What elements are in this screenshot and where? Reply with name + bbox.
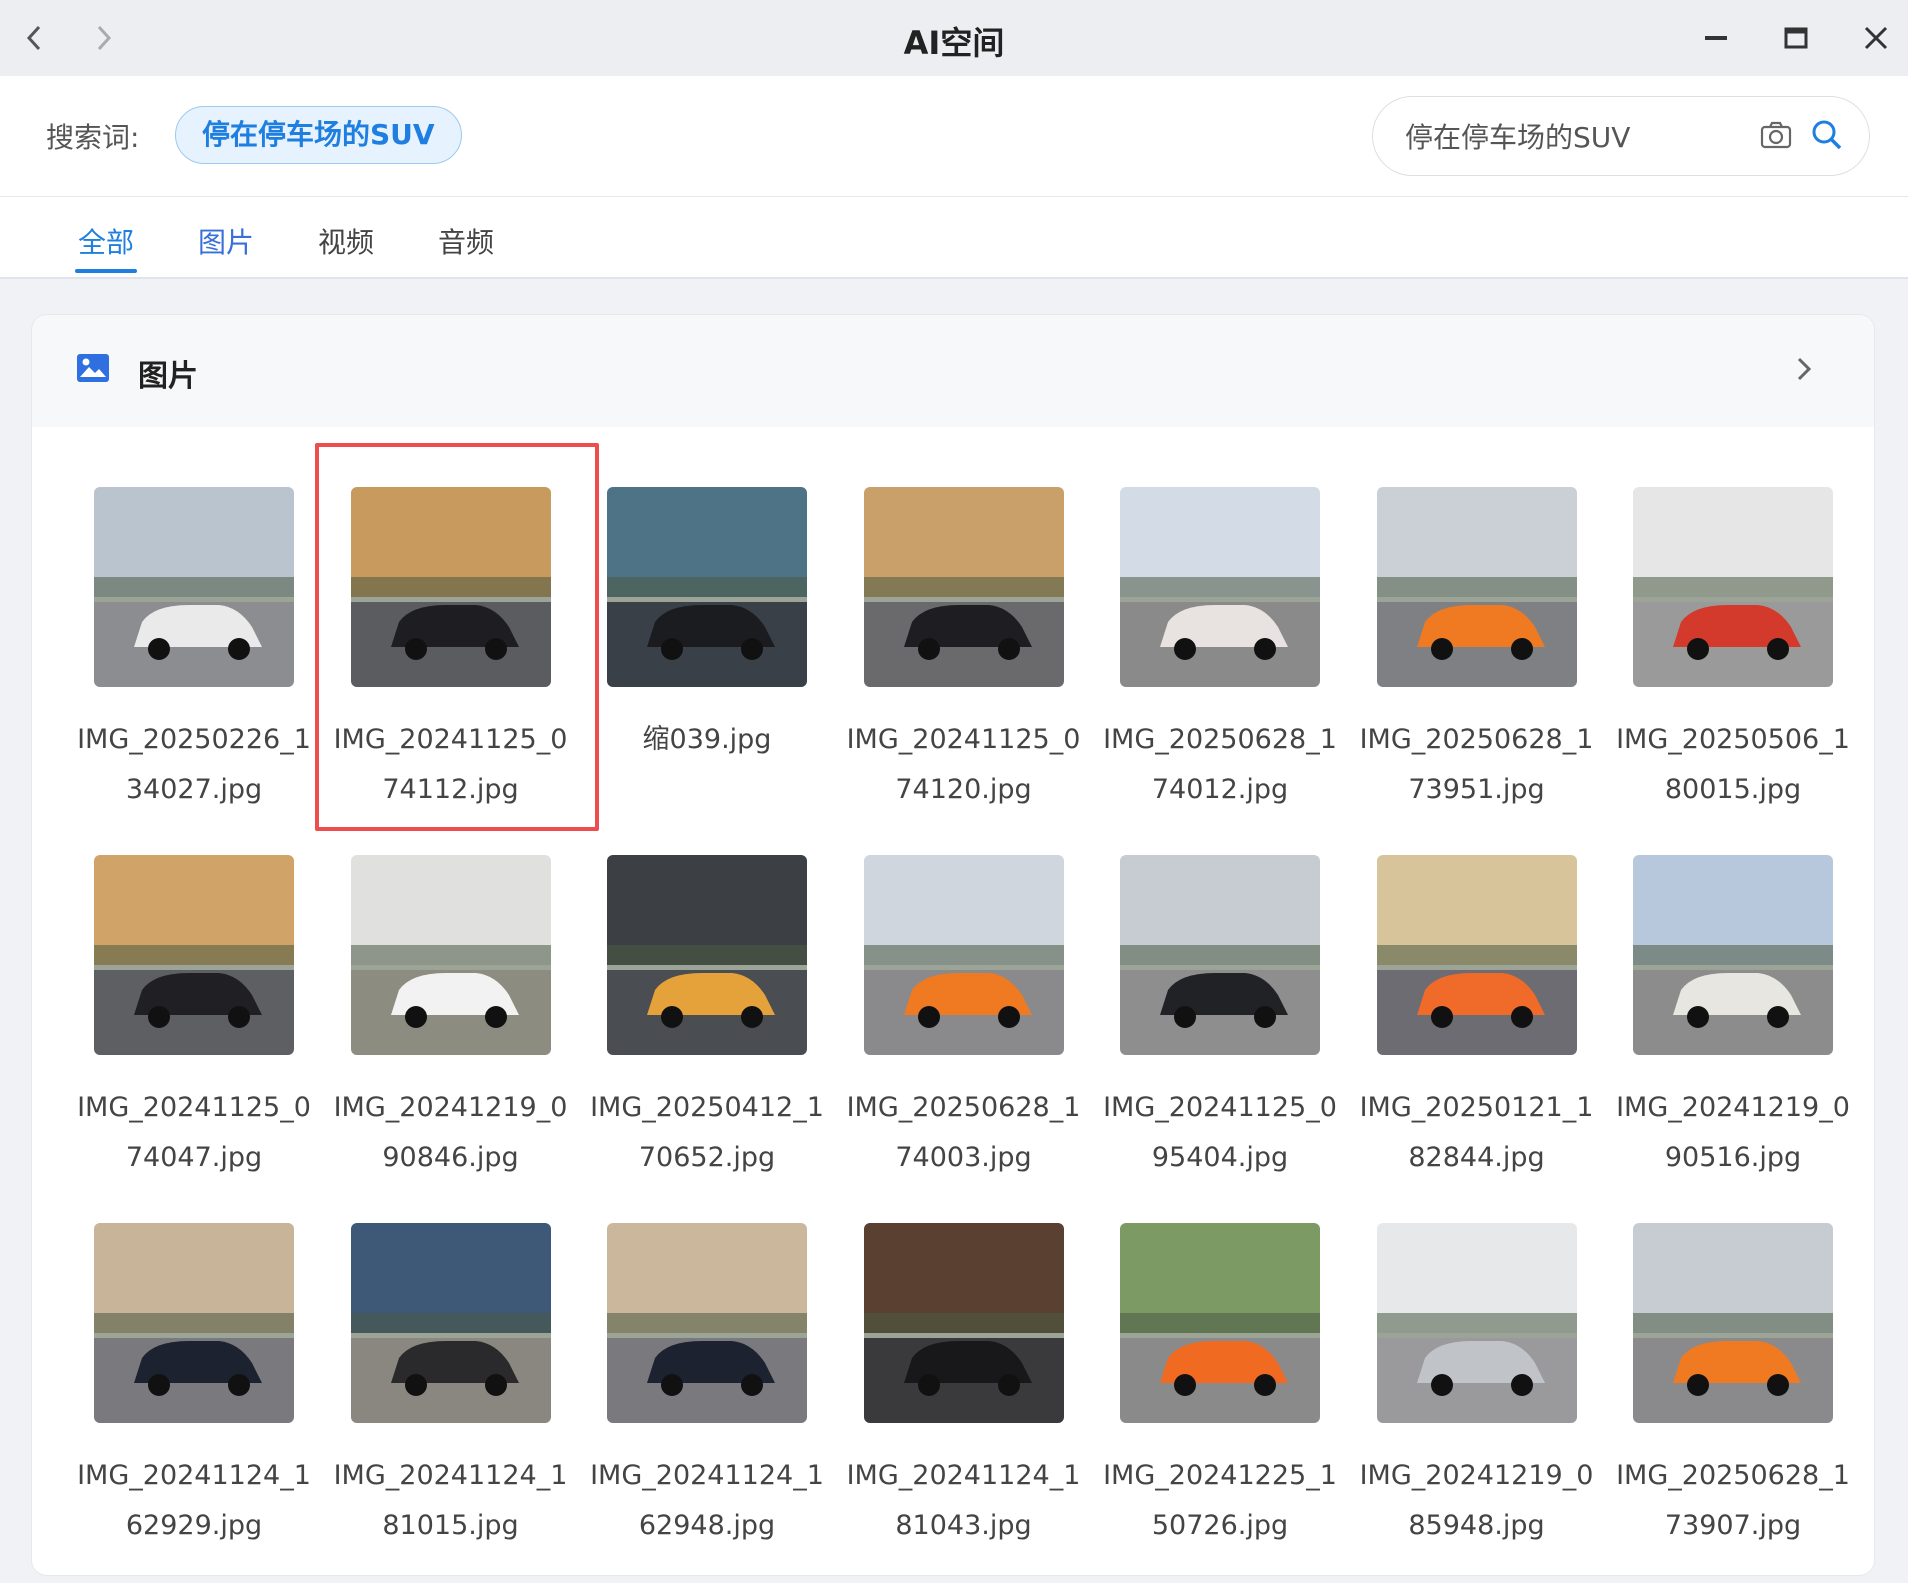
section-title: 图片 xyxy=(138,359,198,394)
image-filename: IMG_20241125_095404.jpg xyxy=(1103,1092,1337,1173)
image-filename: IMG_20241125_074047.jpg xyxy=(77,1092,311,1173)
image-filename: IMG_20250628_174003.jpg xyxy=(846,1092,1081,1173)
tab-audio[interactable]: 音频 xyxy=(438,221,494,261)
image-item[interactable]: IMG_20241219_090846.jpg xyxy=(331,855,571,1215)
image-item[interactable]: IMG_20241124_181043.jpg xyxy=(844,1223,1084,1583)
maximize-button[interactable] xyxy=(1774,16,1818,60)
search-term-chip[interactable]: 停在停车场的SUV xyxy=(175,106,462,164)
image-filename: IMG_20241124_181015.jpg xyxy=(333,1460,568,1541)
close-button[interactable] xyxy=(1854,16,1898,60)
image-filename: IMG_20241225_150726.jpg xyxy=(1103,1460,1337,1541)
camera-icon[interactable] xyxy=(1759,119,1793,151)
image-thumbnail[interactable] xyxy=(607,1223,807,1423)
image-filename: IMG_20241124_181043.jpg xyxy=(846,1460,1081,1541)
image-thumbnail[interactable] xyxy=(863,855,1064,1055)
image-item[interactable]: IMG_20241125_074120.jpg xyxy=(844,487,1084,847)
image-item[interactable]: IMG_20241124_162948.jpg xyxy=(587,1223,827,1583)
image-thumbnail[interactable] xyxy=(1633,1223,1833,1423)
image-thumbnail[interactable] xyxy=(1120,487,1320,687)
image-thumbnail[interactable] xyxy=(94,855,294,1055)
maximize-icon xyxy=(1784,27,1808,49)
images-section: 图片 IMG_20250226_134027.jpg IMG_20241125_0… xyxy=(31,314,1875,1576)
image-item[interactable]: IMG_20250628_173907.jpg xyxy=(1613,1223,1853,1583)
image-filename: IMG_20250628_173907.jpg xyxy=(1616,1460,1850,1541)
image-item[interactable]: 缩039.jpg xyxy=(587,487,827,847)
image-item[interactable]: IMG_20250628_174003.jpg xyxy=(844,855,1084,1215)
image-filename: IMG_20241124_162929.jpg xyxy=(77,1460,311,1541)
image-filename: IMG_20250412_170652.jpg xyxy=(590,1092,824,1173)
image-filename: IMG_20250506_180015.jpg xyxy=(1616,724,1850,805)
image-item[interactable]: IMG_20250506_180015.jpg xyxy=(1613,487,1853,847)
image-thumbnail[interactable] xyxy=(863,1223,1064,1423)
image-thumbnail[interactable] xyxy=(863,487,1064,687)
search-term-label: 搜索词: xyxy=(46,121,140,154)
chevron-right-icon[interactable] xyxy=(1794,355,1814,383)
image-item[interactable]: IMG_20241219_090516.jpg xyxy=(1613,855,1853,1215)
image-item[interactable]: IMG_20241124_162929.jpg xyxy=(74,1223,314,1583)
image-thumbnail[interactable] xyxy=(1376,1223,1577,1423)
search-input[interactable] xyxy=(1403,115,1747,157)
search-box[interactable] xyxy=(1372,96,1870,176)
image-filename: IMG_20241125_074120.jpg xyxy=(846,724,1081,805)
minimize-button[interactable] xyxy=(1694,16,1738,60)
selection-highlight xyxy=(314,443,599,831)
section-header[interactable]: 图片 xyxy=(32,315,1874,427)
image-thumbnail[interactable] xyxy=(350,1223,551,1423)
image-thumbnail[interactable] xyxy=(1376,855,1577,1055)
image-filename: IMG_20241219_085948.jpg xyxy=(1359,1460,1594,1541)
image-filename: IMG_20241124_162948.jpg xyxy=(590,1460,824,1541)
minimize-icon xyxy=(1705,36,1727,40)
close-icon xyxy=(1864,26,1888,50)
image-thumbnail[interactable] xyxy=(94,487,294,687)
tab-bar: 全部 图片 视频 音频 xyxy=(0,197,1908,279)
image-thumbnail[interactable] xyxy=(607,855,807,1055)
image-item[interactable]: IMG_20250628_173951.jpg xyxy=(1357,487,1597,847)
window-title: AI空间 xyxy=(903,24,1005,62)
search-icon[interactable] xyxy=(1809,117,1845,153)
image-filename: IMG_20250226_134027.jpg xyxy=(77,724,311,805)
image-filename: IMG_20250628_173951.jpg xyxy=(1359,724,1594,805)
image-item[interactable]: IMG_20241125_095404.jpg xyxy=(1100,855,1340,1215)
image-item[interactable]: IMG_20241219_085948.jpg xyxy=(1357,1223,1597,1583)
image-thumbnail[interactable] xyxy=(1120,1223,1320,1423)
image-filename: IMG_20250628_174012.jpg xyxy=(1103,724,1337,805)
image-thumbnail[interactable] xyxy=(1633,487,1833,687)
image-item[interactable]: IMG_20250121_182844.jpg xyxy=(1357,855,1597,1215)
image-item[interactable]: IMG_20250628_174012.jpg xyxy=(1100,487,1340,847)
tab-all[interactable]: 全部 xyxy=(78,221,134,261)
search-header: 搜索词: 停在停车场的SUV xyxy=(0,76,1908,197)
image-item[interactable]: IMG_20241124_181015.jpg xyxy=(331,1223,571,1583)
active-tab-indicator xyxy=(75,269,137,273)
image-item[interactable]: IMG_20250412_170652.jpg xyxy=(587,855,827,1215)
image-thumbnail[interactable] xyxy=(1376,487,1577,687)
image-item[interactable]: IMG_20241225_150726.jpg xyxy=(1100,1223,1340,1583)
image-thumbnail[interactable] xyxy=(1633,855,1833,1055)
tab-videos[interactable]: 视频 xyxy=(318,221,374,261)
image-item[interactable]: IMG_20250226_134027.jpg xyxy=(74,487,314,847)
image-item[interactable]: IMG_20241125_074047.jpg xyxy=(74,855,314,1215)
image-thumbnail[interactable] xyxy=(94,1223,294,1423)
image-filename: 缩039.jpg xyxy=(642,724,772,755)
image-thumbnail[interactable] xyxy=(350,855,551,1055)
image-thumbnail[interactable] xyxy=(607,487,807,687)
image-filename: IMG_20250121_182844.jpg xyxy=(1359,1092,1594,1173)
title-bar: AI空间 xyxy=(0,0,1908,77)
picture-icon xyxy=(77,354,109,382)
tab-images[interactable]: 图片 xyxy=(198,221,254,261)
image-thumbnail[interactable] xyxy=(1120,855,1320,1055)
image-filename: IMG_20241219_090846.jpg xyxy=(333,1092,568,1173)
image-filename: IMG_20241219_090516.jpg xyxy=(1616,1092,1850,1173)
